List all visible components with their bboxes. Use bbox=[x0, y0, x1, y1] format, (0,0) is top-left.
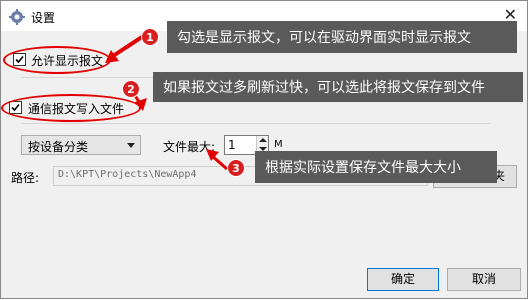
classify-select[interactable]: 按设备分类 bbox=[21, 135, 141, 155]
callout-1: 勾选是显示报文，可以在驱动界面实时显示报文 bbox=[167, 21, 517, 53]
highlight-ellipse-write-file bbox=[1, 94, 141, 122]
callout-2-text: 如果报文过多刷新过快，可以选此将报文保存到文件 bbox=[163, 80, 485, 96]
chevron-down-icon bbox=[127, 143, 135, 148]
max-file-label: 文件最大: bbox=[163, 140, 216, 154]
arrow-up-icon[interactable] bbox=[259, 138, 267, 142]
cancel-button[interactable]: 取消 bbox=[447, 268, 521, 291]
highlight-ellipse-allow-display bbox=[3, 46, 111, 74]
classify-select-value: 按设备分类 bbox=[28, 140, 89, 154]
max-file-value: 1 bbox=[228, 138, 236, 152]
path-label: 路径: bbox=[11, 171, 40, 185]
callout-3: 根据实际设置保存文件最大大小 bbox=[255, 151, 497, 183]
max-file-unit: M bbox=[274, 139, 283, 150]
divider bbox=[21, 123, 491, 124]
ok-button[interactable]: 确定 bbox=[367, 268, 439, 291]
marker-3: 3 bbox=[227, 159, 245, 177]
callout-1-text: 勾选是显示报文，可以在驱动界面实时显示报文 bbox=[177, 30, 471, 46]
settings-dialog: 设置 ✕ 允许显示报文 通信报文写入文件 按设备分类 文件最大: 1 M 路径:… bbox=[0, 0, 528, 299]
settings-gear-icon bbox=[9, 9, 25, 25]
marker-2: 2 bbox=[122, 80, 140, 98]
callout-3-text: 根据实际设置保存文件最大大小 bbox=[265, 160, 461, 176]
callout-2: 如果报文过多刷新过快，可以选此将报文保存到文件 bbox=[153, 72, 523, 102]
window-title: 设置 bbox=[31, 11, 56, 25]
marker-1: 1 bbox=[141, 28, 159, 46]
